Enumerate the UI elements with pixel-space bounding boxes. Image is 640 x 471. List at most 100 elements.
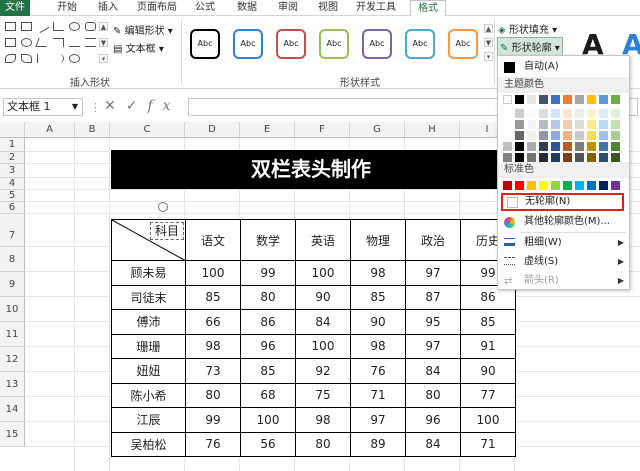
diagonal-header-cell[interactable]: 科目 (111, 219, 186, 261)
score-cell[interactable]: 97 (405, 260, 461, 286)
theme-color-swatch[interactable] (575, 109, 584, 118)
score-cell[interactable]: 98 (350, 260, 406, 286)
row-header[interactable]: 11 (0, 322, 25, 347)
subject-textbox[interactable]: 科目 (150, 222, 185, 240)
score-cell[interactable]: 98 (185, 333, 241, 359)
score-cell[interactable]: 85 (460, 309, 516, 335)
theme-color-swatch[interactable] (551, 142, 560, 151)
theme-color-swatch[interactable] (587, 109, 596, 118)
theme-color-swatch[interactable] (515, 153, 524, 162)
score-cell[interactable]: 89 (350, 431, 406, 457)
arrow-shape-icon[interactable] (69, 38, 80, 47)
standard-color-swatch[interactable] (587, 181, 596, 190)
score-cell[interactable]: 91 (460, 333, 516, 359)
theme-color-swatch[interactable] (539, 109, 548, 118)
score-cell[interactable]: 85 (185, 284, 241, 310)
sheet-title[interactable]: 双栏表头制作 (111, 150, 511, 189)
theme-color-swatch[interactable] (563, 95, 572, 104)
theme-color-swatch[interactable] (563, 142, 572, 151)
auto-color-item[interactable]: 自动(A) (498, 58, 629, 76)
score-cell[interactable]: 73 (185, 358, 241, 384)
textbox-shape-icon[interactable] (21, 22, 32, 31)
score-cell[interactable]: 96 (240, 333, 296, 359)
theme-color-swatch[interactable] (599, 153, 608, 162)
theme-color-swatch[interactable] (539, 153, 548, 162)
theme-color-swatch[interactable] (503, 131, 512, 140)
gallery-up-icon[interactable]: ▲ (99, 22, 108, 31)
standard-color-swatch[interactable] (527, 181, 536, 190)
score-cell[interactable]: 86 (240, 309, 296, 335)
score-cell[interactable]: 66 (185, 309, 241, 335)
subject-header[interactable]: 政治 (405, 219, 461, 261)
student-name[interactable]: 江辰 (111, 407, 186, 433)
standard-color-swatch[interactable] (515, 181, 524, 190)
score-cell[interactable]: 84 (405, 431, 461, 457)
theme-color-swatch[interactable] (551, 131, 560, 140)
score-cell[interactable]: 90 (460, 358, 516, 384)
theme-color-swatch[interactable] (563, 109, 572, 118)
theme-color-swatch[interactable] (587, 120, 596, 129)
score-cell[interactable]: 100 (240, 407, 296, 433)
tab-formulas[interactable]: 公式 (190, 0, 220, 16)
scores-table[interactable]: 科目 语文 数学 英语 物理 政治 历史 顾未易 100 99 100 98 97 99 司徒末 85 80… (111, 219, 516, 457)
score-cell[interactable]: 71 (460, 431, 516, 457)
theme-color-swatch[interactable] (611, 142, 620, 151)
oval-shape-icon[interactable] (69, 22, 80, 31)
column-header[interactable]: E (240, 122, 295, 138)
weight-item[interactable]: 粗细(W) ▶ (498, 234, 629, 252)
theme-color-swatch[interactable] (515, 131, 524, 140)
theme-color-swatch[interactable] (515, 95, 524, 104)
corner-shape-icon[interactable] (53, 38, 64, 47)
theme-color-swatch[interactable] (515, 142, 524, 151)
rectangle-shape-icon[interactable] (5, 38, 16, 47)
name-box[interactable]: 文本框 1 ▼ (3, 98, 83, 116)
column-header[interactable]: C (110, 122, 185, 138)
score-cell[interactable]: 75 (295, 382, 351, 408)
subject-header[interactable]: 英语 (295, 219, 351, 261)
theme-color-swatch[interactable] (563, 153, 572, 162)
student-name[interactable]: 司徒末 (111, 284, 186, 310)
rotate-handle-icon[interactable] (158, 202, 168, 212)
shape-fill-button[interactable]: ◈ 形状填充 ▾ (498, 21, 557, 36)
circle-shape-icon[interactable] (21, 38, 32, 47)
score-cell[interactable]: 90 (350, 309, 406, 335)
theme-color-swatch[interactable] (575, 153, 584, 162)
theme-color-swatch[interactable] (563, 120, 572, 129)
shape-style-thumb[interactable]: Abc (405, 29, 435, 59)
column-header[interactable]: D (185, 122, 240, 138)
tab-home[interactable]: 开始 (52, 0, 82, 16)
subject-header[interactable]: 物理 (350, 219, 406, 261)
edit-shape-button[interactable]: ✎ 编辑形状 ▾ (113, 22, 173, 37)
score-cell[interactable]: 96 (405, 407, 461, 433)
shape-style-thumb[interactable]: Abc (362, 29, 392, 59)
theme-color-swatch[interactable] (539, 142, 548, 151)
standard-color-swatch[interactable] (563, 181, 572, 190)
theme-color-swatch[interactable] (599, 142, 608, 151)
score-cell[interactable]: 100 (460, 407, 516, 433)
theme-color-swatch[interactable] (515, 120, 524, 129)
shape-style-thumb[interactable]: Abc (448, 29, 478, 59)
student-name[interactable]: 妞妞 (111, 358, 186, 384)
gallery-down-icon[interactable]: ▼ (99, 38, 108, 47)
tab-data[interactable]: 数据 (232, 0, 262, 16)
theme-color-swatch[interactable] (575, 131, 584, 140)
theme-color-swatch[interactable] (503, 109, 512, 118)
column-header[interactable]: A (25, 122, 75, 138)
shape-outline-button[interactable]: ✎ 形状轮廓 ▾ (497, 37, 563, 56)
curve-shape-icon[interactable] (21, 54, 32, 63)
row-header[interactable]: 15 (0, 422, 25, 447)
score-cell[interactable]: 77 (460, 382, 516, 408)
row-header[interactable]: 13 (0, 372, 25, 397)
theme-color-swatch[interactable] (599, 109, 608, 118)
score-cell[interactable]: 100 (295, 333, 351, 359)
subject-header[interactable]: 数学 (240, 219, 296, 261)
theme-color-swatch[interactable] (527, 131, 536, 140)
column-header[interactable]: B (75, 122, 110, 138)
text-box-button[interactable]: ▤ 文本框 ▾ (113, 40, 164, 55)
theme-color-swatch[interactable] (551, 120, 560, 129)
styles-more-icon[interactable]: ▾ (484, 52, 493, 61)
score-cell[interactable]: 90 (295, 284, 351, 310)
bar-shape-icon[interactable] (85, 38, 96, 47)
theme-color-swatch[interactable] (551, 95, 560, 104)
tab-insert[interactable]: 插入 (93, 0, 123, 16)
